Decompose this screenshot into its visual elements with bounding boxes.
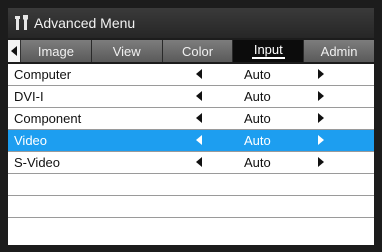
increase-arrow-icon[interactable]: [318, 155, 328, 169]
decrease-arrow-icon[interactable]: [196, 89, 206, 103]
wrench-screwdriver-icon: [12, 13, 32, 33]
menu-title: Advanced Menu: [34, 15, 136, 31]
decrease-arrow-icon[interactable]: [196, 155, 206, 169]
row-value: Auto: [244, 133, 271, 148]
tab-view[interactable]: View: [92, 40, 163, 62]
list-item-dvi-i[interactable]: DVI-I Auto: [8, 86, 374, 108]
empty-row: [8, 218, 374, 239]
decrease-arrow-icon[interactable]: [196, 133, 206, 147]
tab-admin-label: Admin: [320, 43, 358, 59]
decrease-arrow-icon[interactable]: [196, 111, 206, 125]
increase-arrow-icon[interactable]: [318, 111, 328, 125]
increase-arrow-icon[interactable]: [318, 133, 328, 147]
empty-row: [8, 174, 374, 196]
tab-color[interactable]: Color: [163, 40, 234, 62]
tab-bar: Image View Color Input Admin: [8, 40, 374, 62]
input-settings-list: Computer Auto DVI-I Auto Component Auto …: [8, 64, 374, 245]
empty-row: [8, 196, 374, 218]
tab-color-label: Color: [181, 43, 214, 59]
row-label: DVI-I: [14, 89, 44, 104]
list-item-video[interactable]: Video Auto: [8, 130, 374, 152]
row-label: Component: [14, 111, 82, 126]
row-value: Auto: [244, 89, 271, 104]
tab-admin[interactable]: Admin: [304, 40, 374, 62]
increase-arrow-icon[interactable]: [318, 89, 328, 103]
row-value: Auto: [244, 111, 271, 126]
tab-input-label: Input: [251, 42, 285, 59]
title-bar: Advanced Menu: [8, 8, 374, 38]
row-value: Auto: [244, 67, 271, 82]
caret-left-icon: [11, 46, 17, 56]
tab-input[interactable]: Input: [233, 40, 305, 62]
list-item-s-video[interactable]: S-Video Auto: [8, 152, 374, 174]
tab-image[interactable]: Image: [21, 40, 92, 62]
row-label: Computer: [14, 67, 72, 82]
list-item-component[interactable]: Component Auto: [8, 108, 374, 130]
tab-image-label: Image: [37, 43, 74, 59]
advanced-menu-window: Advanced Menu Image View Color Input Adm…: [0, 0, 382, 252]
tab-scroll-left-button[interactable]: [8, 40, 21, 62]
row-value: Auto: [244, 155, 271, 170]
list-item-computer[interactable]: Computer Auto: [8, 64, 374, 86]
increase-arrow-icon[interactable]: [318, 67, 328, 81]
decrease-arrow-icon[interactable]: [196, 67, 206, 81]
tab-view-label: View: [112, 43, 141, 59]
row-label: S-Video: [14, 155, 61, 170]
row-label: Video: [14, 133, 48, 148]
